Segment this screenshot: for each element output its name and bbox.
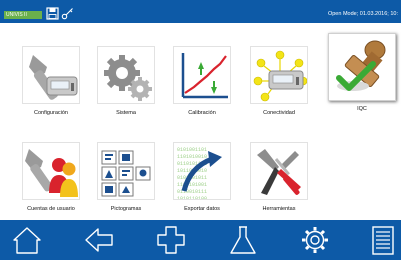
tile-label: Pictogramas — [110, 206, 142, 212]
tile-configuracion[interactable]: Configuración — [19, 46, 83, 116]
tools-icon — [250, 142, 308, 200]
tile-calibracion[interactable]: Calibración — [170, 46, 234, 116]
flask-icon[interactable] — [226, 224, 260, 256]
tile-label: IQC — [357, 106, 367, 112]
gears-icon — [97, 46, 155, 104]
tile-label: Sistema — [116, 110, 136, 116]
svg-text:1100101001: 1100101001 — [177, 182, 207, 188]
main-menu: Configuración Sistema Calibración Conect… — [0, 23, 401, 220]
tile-label: Configuración — [34, 110, 68, 116]
connectivity-icon — [250, 46, 308, 104]
home-icon[interactable] — [10, 224, 44, 256]
pictograms-icon — [97, 142, 155, 200]
wrench-device-icon — [22, 46, 80, 104]
back-icon[interactable] — [82, 224, 116, 256]
key-icon[interactable] — [61, 7, 74, 20]
settings-icon[interactable] — [298, 224, 332, 256]
stamp-check-icon — [328, 33, 396, 101]
tile-label: Calibración — [188, 110, 216, 116]
tile-label: Cuentas de usuario — [27, 206, 75, 212]
tile-pictogramas[interactable]: Pictogramas — [94, 142, 158, 212]
svg-text:0110010111: 0110010111 — [177, 189, 207, 195]
bottom-nav-bar — [0, 220, 401, 260]
export-data-icon: 0101001101 1101010010 0110101101 1011001010… — [173, 142, 231, 200]
tile-iqc[interactable]: IQC — [324, 33, 400, 112]
tile-herramientas[interactable]: Herramientas — [247, 142, 311, 212]
plus-icon[interactable] — [154, 224, 188, 256]
tile-label: Conectividad — [263, 110, 295, 116]
svg-text:1101010010: 1101010010 — [177, 154, 207, 160]
tile-label: Herramientas — [262, 206, 296, 212]
tile-cuentas-usuario[interactable]: Cuentas de usuario — [19, 142, 83, 212]
tile-label: Exportar datos — [184, 206, 220, 212]
calibration-chart-icon — [173, 46, 231, 104]
list-icon[interactable] — [364, 224, 398, 256]
tile-exportar-datos[interactable]: 0101001101 1101010010 0110101101 1011001010… — [170, 142, 234, 212]
user-accounts-icon — [22, 142, 80, 200]
save-icon[interactable] — [46, 7, 59, 20]
user-badge[interactable]: UNIVIS II — [4, 11, 42, 19]
tile-sistema[interactable]: Sistema — [94, 46, 158, 116]
svg-text:1010110100: 1010110100 — [177, 196, 207, 200]
svg-text:0101001101: 0101001101 — [177, 147, 207, 153]
top-bar: UNIVIS II Open Mode; 01.03.2016; 10: — [0, 0, 401, 23]
status-text: Open Mode; 01.03.2016; 10: — [327, 11, 398, 17]
tile-conectividad[interactable]: Conectividad — [247, 46, 311, 116]
